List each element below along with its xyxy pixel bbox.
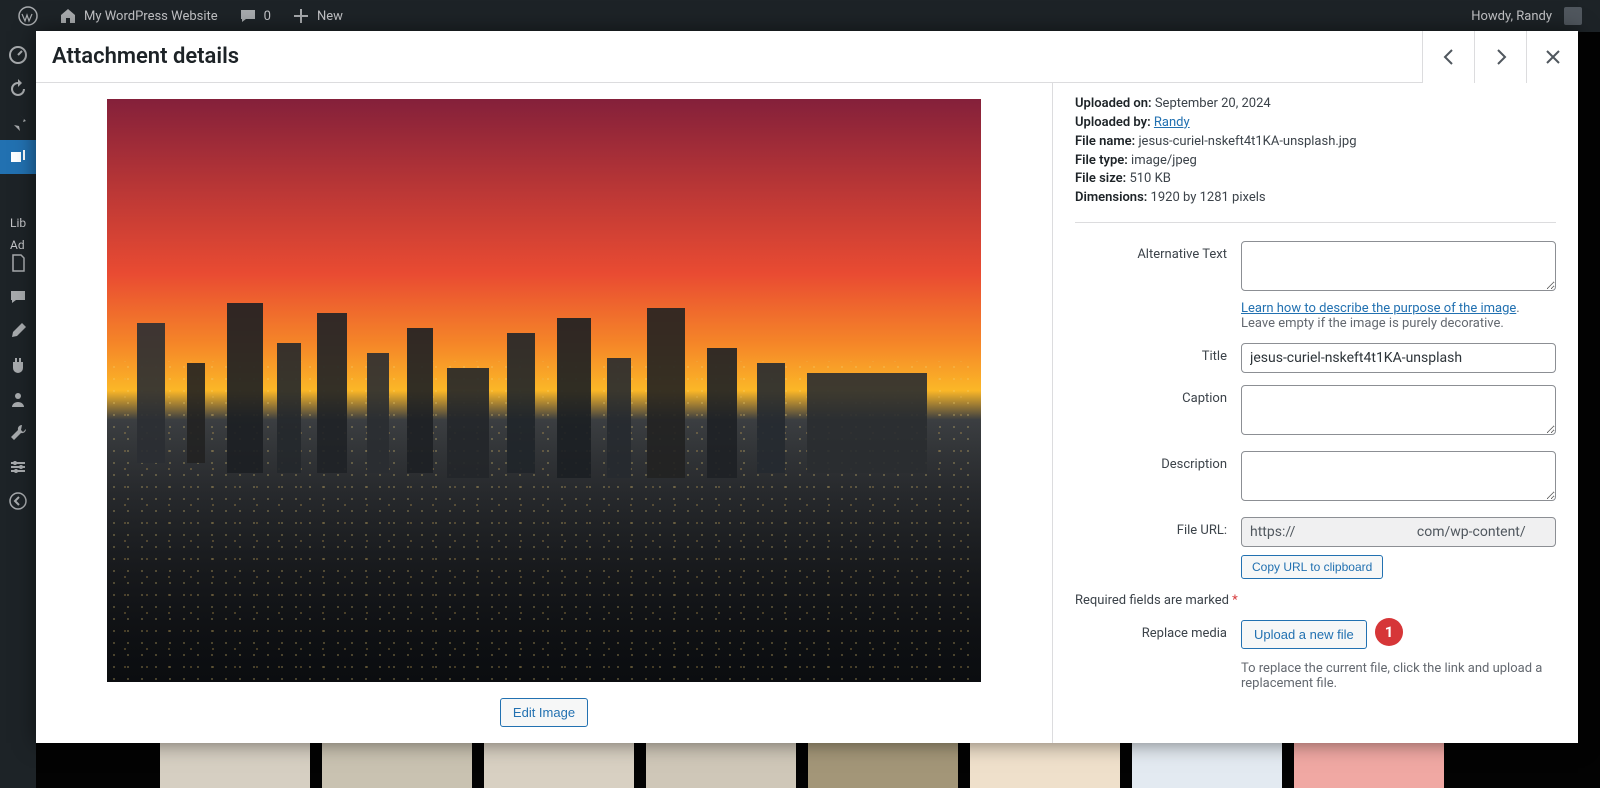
sidebar-item-settings[interactable] (0, 450, 36, 484)
next-attachment-button[interactable] (1474, 31, 1526, 83)
comment-icon (238, 6, 258, 26)
file-url-input[interactable] (1241, 517, 1556, 547)
wp-logo-icon[interactable] (8, 0, 48, 32)
page-icon (8, 253, 28, 273)
sidebar-item-comments[interactable] (0, 280, 36, 314)
file-name-value: jesus-curiel-nskeft4t1KA-unsplash.jpg (1138, 134, 1356, 149)
sidebar-collapse[interactable] (0, 484, 36, 518)
sidebar-item-dashboard[interactable] (0, 38, 36, 72)
alt-text-label: Alternative Text (1075, 241, 1241, 331)
uploaded-on-label: Uploaded on: (1075, 96, 1152, 111)
attachment-preview-image (107, 99, 981, 682)
media-thumb[interactable] (1132, 743, 1282, 788)
file-size-value: 510 KB (1129, 171, 1170, 186)
caption-label: Caption (1075, 385, 1241, 439)
admin-topbar: My WordPress Website 0 New Howdy, Randy (0, 0, 1600, 32)
brush-icon (8, 321, 28, 341)
alt-text-hint: Learn how to describe the purpose of the… (1241, 301, 1556, 331)
home-icon (58, 6, 78, 26)
replace-media-hint: To replace the current file, click the l… (1241, 661, 1556, 691)
required-fields-note: Required fields are marked * (1075, 593, 1556, 608)
sidebar-item-plugins[interactable] (0, 348, 36, 382)
howdy-label: Howdy, Randy (1471, 9, 1552, 24)
sidebar-item-media[interactable] (0, 140, 36, 174)
alt-text-input[interactable] (1241, 241, 1556, 291)
chevron-right-icon (1489, 45, 1513, 69)
alt-text-hint-link[interactable]: Learn how to describe the purpose of the… (1241, 301, 1516, 316)
file-type-value: image/jpeg (1131, 153, 1197, 168)
uploaded-on-value: September 20, 2024 (1155, 96, 1271, 111)
user-icon (8, 389, 28, 409)
sidebar-item-users[interactable] (0, 382, 36, 416)
media-icon (8, 147, 28, 167)
caption-input[interactable] (1241, 385, 1556, 435)
sidebar-item-updates[interactable] (0, 72, 36, 106)
dashboard-icon (8, 45, 28, 65)
admin-sidebar: Lib Ad (0, 32, 36, 788)
file-size-label: File size: (1075, 171, 1126, 186)
title-label: Title (1075, 343, 1241, 373)
description-input[interactable] (1241, 451, 1556, 501)
settings-icon (8, 457, 28, 477)
divider (1075, 222, 1556, 223)
site-home-link[interactable]: My WordPress Website (48, 0, 228, 32)
dimensions-label: Dimensions: (1075, 190, 1147, 205)
avatar (1564, 7, 1582, 25)
update-icon (8, 79, 28, 99)
dimensions-value: 1920 by 1281 pixels (1151, 190, 1266, 205)
modal-header: Attachment details (36, 31, 1578, 83)
modal-title: Attachment details (52, 44, 1422, 69)
file-type-label: File type: (1075, 153, 1128, 168)
uploaded-by-label: Uploaded by: (1075, 115, 1151, 130)
pin-icon (8, 113, 28, 133)
description-label: Description (1075, 451, 1241, 505)
media-grid-thumbs (160, 743, 1600, 788)
comment-icon (8, 287, 28, 307)
new-content-link[interactable]: New (281, 0, 353, 32)
comments-link[interactable]: 0 (228, 0, 281, 32)
prev-attachment-button[interactable] (1422, 31, 1474, 83)
plug-icon (8, 355, 28, 375)
howdy-link[interactable]: Howdy, Randy (1461, 0, 1592, 32)
collapse-icon (8, 491, 28, 511)
wrench-icon (8, 423, 28, 443)
plus-icon (291, 6, 311, 26)
sidebar-item-appearance[interactable] (0, 314, 36, 348)
attachment-meta: Uploaded on: September 20, 2024 Uploaded… (1075, 95, 1556, 208)
file-url-label: File URL: (1075, 517, 1241, 579)
media-thumb[interactable] (808, 743, 958, 788)
edit-image-button[interactable]: Edit Image (500, 698, 588, 727)
sidebar-submenu-library[interactable]: Lib (0, 212, 36, 234)
new-label: New (317, 9, 343, 24)
close-modal-button[interactable] (1526, 31, 1578, 83)
sidebar-item-tools[interactable] (0, 416, 36, 450)
copy-url-button[interactable]: Copy URL to clipboard (1241, 555, 1383, 579)
media-thumb[interactable] (484, 743, 634, 788)
upload-new-file-button[interactable]: Upload a new file (1241, 620, 1367, 649)
uploaded-by-link[interactable]: Randy (1154, 115, 1190, 130)
media-thumb[interactable] (1294, 743, 1444, 788)
media-thumb[interactable] (970, 743, 1120, 788)
title-input[interactable] (1241, 343, 1556, 373)
media-thumb[interactable] (160, 743, 310, 788)
close-icon (1541, 45, 1565, 69)
media-thumb[interactable] (322, 743, 472, 788)
replace-media-label: Replace media (1075, 620, 1241, 691)
sidebar-submenu-add[interactable]: Ad (0, 234, 36, 256)
media-thumb[interactable] (646, 743, 796, 788)
annotation-callout-1: 1 (1375, 618, 1403, 646)
comments-count: 0 (264, 9, 271, 24)
file-name-label: File name: (1075, 134, 1135, 149)
sidebar-item-posts[interactable] (0, 106, 36, 140)
attachment-details-modal: Attachment details Edit Image Uploaded o… (36, 31, 1578, 743)
media-preview-pane: Edit Image (36, 83, 1053, 743)
chevron-left-icon (1437, 45, 1461, 69)
site-name: My WordPress Website (84, 9, 218, 24)
attachment-details-pane: Uploaded on: September 20, 2024 Uploaded… (1053, 83, 1578, 743)
